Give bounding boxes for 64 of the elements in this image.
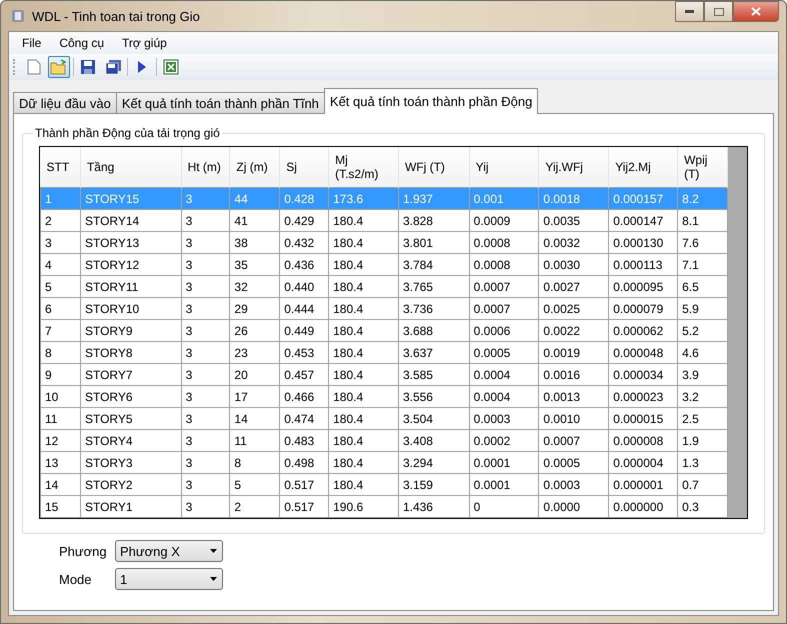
table-cell: 0.517 bbox=[280, 496, 329, 518]
spreadsheet-icon bbox=[163, 59, 179, 75]
table-row[interactable]: 14 STORY2 3 5 0.517 180.4 3.159 0.0001 0.0003 0.000001 0.7 bbox=[40, 474, 728, 496]
table-row[interactable]: 6 STORY10 3 29 0.444 180.4 3.736 0.0007 0.0025 0.000079 5.9 bbox=[40, 298, 728, 320]
table-cell: 0 bbox=[469, 496, 539, 518]
table-row[interactable]: 10 STORY6 3 17 0.466 180.4 3.556 0.0004 0.0013 0.000023 3.2 bbox=[40, 386, 728, 408]
column-header[interactable]: Tầng bbox=[80, 147, 182, 188]
new-document-icon bbox=[27, 59, 41, 75]
maximize-icon bbox=[714, 8, 724, 16]
tab[interactable]: Dữ liệu đầu vào bbox=[13, 92, 117, 114]
table-cell: 0.000000 bbox=[608, 496, 678, 518]
column-header[interactable]: STT bbox=[40, 147, 80, 188]
dropdown[interactable]: Phương X bbox=[115, 540, 223, 562]
column-header[interactable]: Yij.WFj bbox=[538, 147, 609, 188]
table-cell: 2 bbox=[230, 496, 280, 518]
table-row[interactable]: 4 STORY12 3 35 0.436 180.4 3.784 0.0008 0.0030 0.000113 7.1 bbox=[40, 254, 728, 276]
column-header[interactable]: Wpij (T) bbox=[678, 147, 728, 188]
table-row[interactable]: 5 STORY11 3 32 0.440 180.4 3.765 0.0007 0.0027 0.000095 6.5 bbox=[40, 276, 728, 298]
table-row[interactable]: 7 STORY9 3 26 0.449 180.4 3.688 0.0006 0.0022 0.000062 5.2 bbox=[40, 320, 728, 342]
table-row[interactable]: 15 STORY1 3 2 0.517 190.6 1.436 0 0.0000 0.000000 0.3 bbox=[40, 496, 728, 518]
table-cell: 15 bbox=[40, 496, 80, 518]
window-title: WDL - Tinh toan tai trong Gio bbox=[32, 8, 201, 24]
play-icon bbox=[137, 60, 147, 74]
close-button[interactable] bbox=[733, 1, 779, 22]
table-cell: 1.436 bbox=[398, 496, 470, 518]
caret-icon bbox=[210, 549, 217, 553]
field-label: Mode bbox=[59, 572, 93, 586]
field-label: Phương bbox=[59, 544, 108, 558]
tab[interactable]: Kết quả tính toán thành phần Động bbox=[324, 88, 538, 114]
group-title: Thành phần Động của tải trọng gió bbox=[34, 126, 221, 140]
column-header[interactable]: Zj (m) bbox=[230, 147, 280, 188]
menu-item[interactable]: Trợ giúp bbox=[113, 35, 176, 51]
table-row[interactable]: 9 STORY7 3 20 0.457 180.4 3.585 0.0004 0.0016 0.000034 3.9 bbox=[40, 364, 728, 386]
floppy-disks-icon bbox=[104, 59, 122, 75]
table-row[interactable]: 3 STORY13 3 38 0.432 180.4 3.801 0.0008 0.0032 0.000130 7.6 bbox=[40, 232, 728, 254]
table-row[interactable]: 8 STORY8 3 23 0.453 180.4 3.637 0.0005 0.0019 0.000048 4.6 bbox=[40, 342, 728, 364]
table-row[interactable]: 12 STORY4 3 11 0.483 180.4 3.408 0.0002 0.0007 0.000008 1.9 bbox=[40, 430, 728, 452]
tab[interactable]: Kết quả tính toán thành phần Tĩnh bbox=[116, 92, 325, 114]
menu-item[interactable]: Công cụ bbox=[50, 35, 114, 51]
table-cell: 0.0000 bbox=[538, 496, 609, 518]
minimize-button[interactable] bbox=[675, 1, 704, 22]
minimize-icon bbox=[685, 10, 694, 13]
dropdown[interactable]: 1 bbox=[115, 568, 223, 590]
table-cell: STORY1 bbox=[80, 496, 182, 518]
column-header[interactable]: Mj (T.s2/m) bbox=[328, 147, 398, 188]
column-header[interactable]: Sj bbox=[280, 147, 329, 188]
table-cell: STORY15 bbox=[80, 188, 182, 210]
folder-icon bbox=[50, 59, 68, 75]
column-header[interactable]: Yij2.Mj bbox=[608, 147, 678, 188]
caret-icon bbox=[210, 577, 217, 581]
close-icon bbox=[751, 7, 761, 16]
toolbar-button[interactable] bbox=[48, 56, 70, 78]
app-icon bbox=[10, 8, 26, 24]
table-cell: 3 bbox=[181, 496, 230, 518]
column-header[interactable]: WFj (T) bbox=[398, 147, 470, 188]
table-row[interactable]: 11 STORY5 3 14 0.474 180.4 3.504 0.0003 0.0010 0.000015 2.5 bbox=[40, 408, 728, 430]
menu-item[interactable]: File bbox=[13, 35, 50, 51]
table-row[interactable]: 2 STORY14 3 41 0.429 180.4 3.828 0.0009 0.0035 0.000147 8.1 bbox=[40, 210, 728, 232]
table-row[interactable]: 13 STORY3 3 8 0.498 180.4 3.294 0.0001 0.0005 0.000004 1.3 bbox=[40, 452, 728, 474]
column-header[interactable]: Yij bbox=[469, 147, 539, 188]
maximize-button[interactable] bbox=[704, 1, 733, 22]
table-cell: 190.6 bbox=[328, 496, 398, 518]
table-cell: 1 bbox=[40, 188, 80, 210]
column-header[interactable]: Ht (m) bbox=[181, 147, 230, 188]
